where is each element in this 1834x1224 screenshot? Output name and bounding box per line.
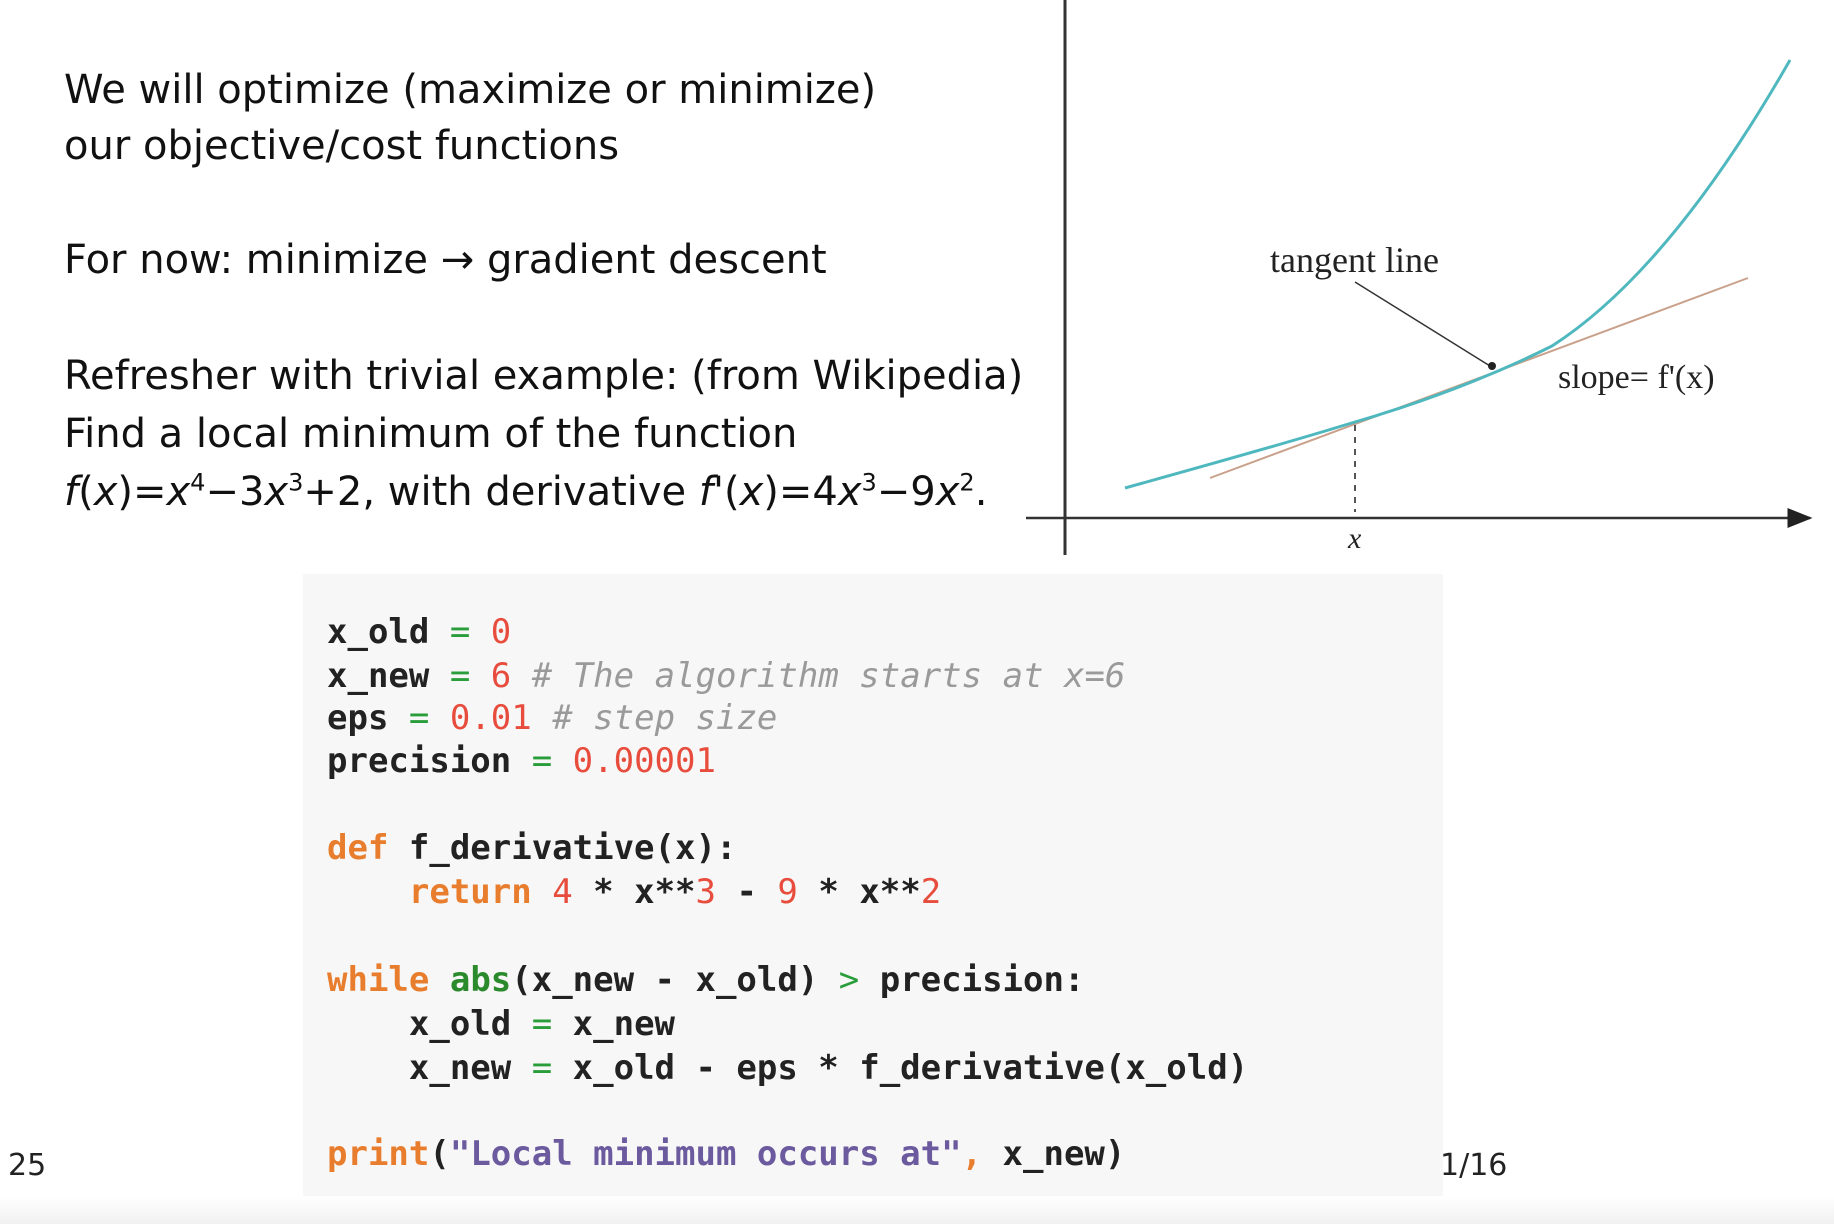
text-line-3-start: For now: minimize	[64, 237, 428, 283]
formula-mid: +2, with derivative	[303, 469, 699, 515]
text-line-5: Find a local minimum of the function	[64, 411, 798, 457]
f-symbol: f	[64, 469, 79, 515]
code-token: 4	[552, 872, 573, 912]
formula-end: .	[974, 469, 988, 515]
power-3: 3	[861, 468, 877, 497]
code-token: 9	[777, 872, 798, 912]
code-token: ,	[961, 1134, 983, 1174]
code-line: print("Local minimum occurs at", x_new)	[327, 1134, 1125, 1174]
label-pointer	[1354, 281, 1491, 367]
code-keyword: while	[327, 960, 430, 1000]
code-token: >	[838, 960, 860, 1000]
code-token: * x**	[572, 872, 696, 912]
text-line-3: For now: minimize → gradient descent	[64, 232, 827, 288]
code-builtin: abs	[449, 960, 512, 1000]
code-token: precision	[327, 741, 532, 781]
code-token: f_derivative(x):	[388, 828, 737, 868]
code-line: def f_derivative(x):	[327, 828, 736, 868]
code-line: x_old = 0	[327, 612, 511, 652]
code-token: precision:	[859, 960, 1085, 1000]
bottom-bar	[0, 1196, 1834, 1224]
arrow-icon: →	[440, 237, 475, 283]
text-line-1: We will optimize (maximize or minimize)	[64, 67, 877, 113]
code-token: 3	[695, 872, 716, 912]
code-token: x_new	[327, 656, 450, 696]
code-block: x_old = 0 x_new = 6 # The algorithm star…	[303, 574, 1443, 1210]
formula-term: −3	[205, 469, 265, 515]
code-token: x_new)	[982, 1134, 1126, 1174]
code-token: -	[716, 872, 778, 912]
code-token: (	[429, 1134, 450, 1174]
code-token: =	[531, 741, 553, 781]
fprime-symbol: f'	[698, 469, 724, 515]
code-token: x_old - eps * f_derivative(x_old)	[552, 1048, 1249, 1088]
code-token: 6	[490, 656, 512, 696]
text-line-2: our objective/cost functions	[64, 123, 620, 169]
slide-number: 25	[8, 1148, 47, 1183]
code-token: x_new	[552, 1004, 676, 1044]
formula-term: −9	[876, 469, 936, 515]
x-symbol: x	[739, 469, 764, 515]
code-token: 0.01	[449, 698, 532, 738]
tangent-point	[1488, 362, 1496, 370]
code-token: x_old	[327, 612, 450, 652]
code-token: =	[531, 1004, 553, 1044]
text-line-4: Refresher with trivial example: (from Wi…	[64, 353, 1024, 399]
code-keyword: return	[408, 872, 532, 912]
power-4: 2	[959, 468, 975, 497]
code-line: x_new = 6 # The algorithm starts at x=6	[327, 656, 1125, 696]
x-symbol: x	[93, 469, 118, 515]
code-line: return 4 * x**3 - 9 * x**2	[327, 872, 941, 912]
code-token: 0	[490, 612, 512, 652]
power-2: 3	[288, 468, 304, 497]
code-token: eps	[327, 698, 409, 738]
code-line: while abs(x_new - x_old) > precision:	[327, 960, 1084, 1000]
power-1: 4	[190, 468, 206, 497]
code-token: * x**	[797, 872, 921, 912]
slope-label: slope= f'(x)	[1558, 359, 1715, 396]
code-line: precision = 0.00001	[327, 741, 716, 781]
code-token: (x_new - x_old)	[511, 960, 839, 1000]
code-keyword: def	[327, 828, 389, 868]
code-token: =	[408, 698, 430, 738]
code-token: =	[449, 612, 471, 652]
code-token: =	[449, 656, 471, 696]
code-token: x_new	[327, 1048, 532, 1088]
code-comment: # The algorithm starts at x=6	[531, 656, 1126, 696]
code-line: x_new = x_old - eps * f_derivative(x_old…	[327, 1048, 1248, 1088]
tangent-label: tangent line	[1270, 240, 1439, 280]
formula-line: f(x)=x4−3x3+2, with derivative f'(x)=4x3…	[64, 468, 988, 515]
x-symbol: x	[935, 469, 960, 515]
formula-eq: )=	[117, 469, 167, 515]
code-token: 2	[920, 872, 942, 912]
text-line-3-end: gradient descent	[486, 237, 827, 283]
x-symbol: x	[837, 469, 862, 515]
x-symbol: x	[166, 469, 191, 515]
code-token: x_old	[327, 1004, 532, 1044]
code-line: eps = 0.01 # step size	[327, 698, 777, 738]
code-string: "Local minimum occurs at"	[449, 1134, 962, 1174]
function-curve	[1124, 59, 1792, 490]
code-keyword: print	[327, 1134, 430, 1174]
code-line: x_old = x_new	[327, 1004, 675, 1044]
x-symbol: x	[264, 469, 289, 515]
x-axis-label: x	[1347, 522, 1362, 555]
code-token: =	[531, 1048, 553, 1088]
formula-eq2: )=4	[763, 469, 838, 515]
code-comment: # step size	[552, 698, 778, 738]
code-token: 0.00001	[572, 741, 716, 781]
tangent-line-figure: tangent line slope= f'(x) x	[1026, 0, 1813, 555]
page-counter: 1/16	[1440, 1148, 1508, 1183]
